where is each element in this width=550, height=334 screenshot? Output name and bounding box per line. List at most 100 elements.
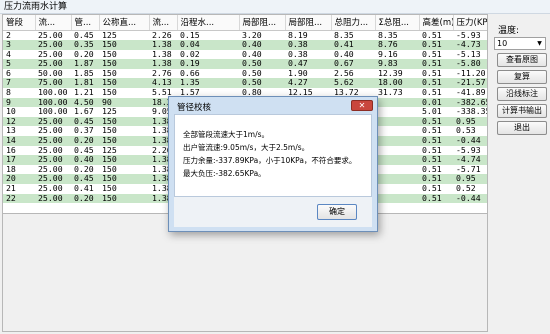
window-title: 压力流雨水计算: [0, 0, 550, 14]
table-cell: 150: [99, 68, 149, 79]
table-cell: 1.67: [71, 107, 99, 117]
table-row[interactable]: 2 25.00 0.45 125 2.26 0.15 3.20 8.19 8.35 8.35 0.5…: [3, 30, 487, 41]
recalculate-button[interactable]: 复算: [497, 70, 547, 84]
table-cell: 0.38: [285, 40, 331, 50]
table-cell: 3.20: [239, 30, 285, 41]
table-cell: 6: [3, 68, 35, 79]
table-cell: 0.51: [419, 40, 453, 50]
table-cell: 0.20: [71, 193, 99, 204]
table-cell: 21: [3, 184, 35, 194]
column-header[interactable]: 总阻力...: [331, 15, 376, 31]
table-cell: -5.93: [453, 145, 487, 156]
table-cell: 0.35: [71, 40, 99, 50]
table-cell: 8.19: [285, 30, 331, 41]
table-cell: 0.51: [419, 116, 453, 127]
table-cell: 150: [99, 126, 149, 137]
table-header: 管段 流... 管... 公称直... 流... 沿程水... 局部阻... 局部阻... 总阻…: [3, 15, 487, 31]
export-calculation-button[interactable]: 计算书输出: [497, 104, 547, 118]
table-row[interactable]: 3 25.00 0.35 150 1.38 0.04 0.40 0.38 0.41 8.76 0.5…: [3, 40, 487, 50]
table-cell: 0.37: [71, 126, 99, 137]
column-header[interactable]: 压力(KPa): [453, 15, 487, 31]
table-row[interactable]: 6 50.00 1.85 150 2.76 0.66 0.50 1.90 2.56 12.39 0.…: [3, 68, 487, 79]
table-cell: 0.45: [71, 30, 99, 41]
table-cell: 0.50: [239, 68, 285, 79]
table-cell: 0.52: [453, 184, 487, 194]
table-cell: 0.40: [71, 155, 99, 165]
table-cell: 2.56: [331, 68, 375, 79]
column-header[interactable]: 局部阻...: [285, 15, 332, 31]
message-line: 出户管流速:9.05m/s，大于2.5m/s。: [183, 143, 310, 152]
table-cell: 2.76: [149, 68, 177, 79]
table-cell: 90: [99, 97, 149, 108]
table-cell: -0.44: [453, 136, 487, 146]
table-cell: [375, 116, 419, 127]
table-cell: 150: [99, 155, 149, 165]
column-header[interactable]: 管段: [3, 15, 36, 31]
table-cell: 9.16: [375, 49, 419, 60]
table-cell: -21.57: [453, 78, 487, 89]
dialog-title: 管径校核: [177, 103, 212, 113]
table-cell: 0.01: [419, 97, 453, 108]
table-cell: 8.76: [375, 40, 419, 50]
table-cell: -4.73: [453, 40, 487, 50]
table-cell: 18.00: [375, 78, 419, 89]
table-cell: 1.21: [71, 88, 99, 98]
table-cell: [375, 155, 419, 165]
table-cell: [375, 145, 419, 156]
table-cell: 50.00: [35, 68, 71, 79]
table-cell: 31.73: [375, 88, 419, 98]
column-header[interactable]: 流...: [149, 15, 178, 31]
column-header[interactable]: 沿程水...: [177, 15, 240, 31]
table-cell: 0.45: [71, 116, 99, 127]
table-row[interactable]: 4 25.00 0.20 150 1.38 0.02 0.40 0.38 0.40 9.16 0.5…: [3, 49, 487, 60]
table-row[interactable]: 5 25.00 1.87 150 1.38 0.19 0.50 0.47 0.67 9.83 0.5…: [3, 59, 487, 69]
table-cell: 100.00: [35, 107, 71, 117]
table-cell: 7: [3, 78, 35, 89]
table-cell: 100.00: [35, 88, 71, 98]
table-cell: 25.00: [35, 164, 71, 175]
table-cell: [375, 126, 419, 137]
table-cell: 0.19: [177, 59, 239, 69]
annotate-along-line-button[interactable]: 沿线标注: [497, 87, 547, 101]
table-cell: 0.51: [419, 59, 453, 69]
table-cell: 150: [99, 78, 149, 89]
table-cell: 0.51: [419, 174, 453, 184]
table-cell: 0.20: [71, 136, 99, 146]
column-header[interactable]: 流...: [35, 15, 72, 31]
table-cell: 150: [99, 40, 149, 50]
table-cell: 0.51: [419, 88, 453, 98]
table-cell: 0.45: [71, 174, 99, 184]
table-cell: 25.00: [35, 30, 71, 41]
table-cell: 125: [99, 107, 149, 117]
chevron-down-icon[interactable]: ▼: [535, 39, 544, 48]
column-header[interactable]: 公称直...: [99, 15, 150, 31]
temperature-select[interactable]: 10 ▼: [494, 37, 546, 50]
column-header[interactable]: 管...: [71, 15, 100, 31]
table-cell: 9: [3, 97, 35, 108]
close-icon[interactable]: ✕: [351, 100, 373, 111]
table-cell: 14: [3, 136, 35, 146]
table-cell: 0.15: [177, 30, 239, 41]
table-cell: 13: [3, 126, 35, 137]
table-cell: 25.00: [35, 59, 71, 69]
column-header[interactable]: Σ总阻...: [375, 15, 420, 31]
table-cell: 22: [3, 193, 35, 204]
exit-button[interactable]: 退出: [497, 121, 547, 135]
table-cell: 25.00: [35, 40, 71, 50]
column-header[interactable]: 局部阻...: [239, 15, 286, 31]
dialog-message: 全部管段流速大于1m/s。 出户管流速:9.05m/s，大于2.5m/s。 压力…: [174, 114, 372, 197]
table-cell: 75.00: [35, 78, 71, 89]
ok-button[interactable]: 确定: [317, 204, 357, 220]
table-cell: 25.00: [35, 155, 71, 165]
table-row[interactable]: 7 75.00 1.81 150 4.13 1.35 0.50 4.27 5.62 18.00 0.…: [3, 78, 487, 89]
table-cell: 0.51: [419, 136, 453, 146]
table-cell: 150: [99, 49, 149, 60]
table-cell: -5.71: [453, 164, 487, 175]
view-original-button[interactable]: 查看原图: [497, 53, 547, 67]
table-cell: 0.51: [419, 68, 453, 79]
table-cell: 25.00: [35, 174, 71, 184]
table-cell: -11.20: [453, 68, 487, 79]
table-cell: 0.51: [419, 49, 453, 60]
column-header[interactable]: 高差(m): [419, 15, 454, 31]
table-cell: 0.38: [285, 49, 331, 60]
